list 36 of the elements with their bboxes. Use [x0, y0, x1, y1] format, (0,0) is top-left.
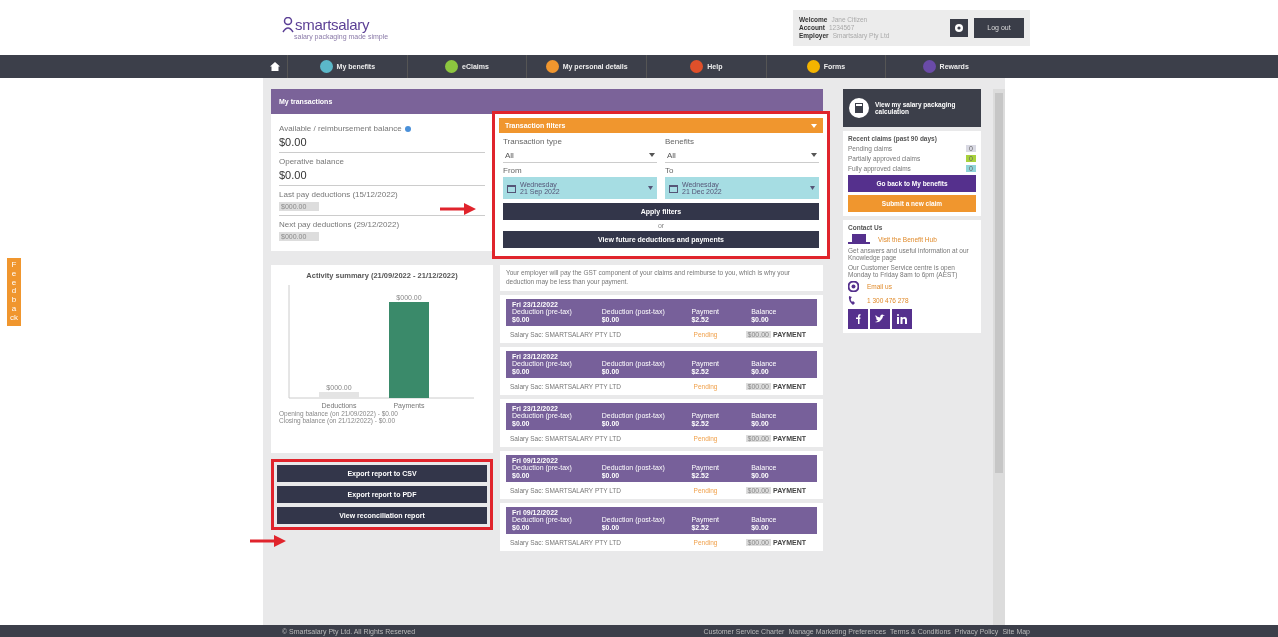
caret-icon: [648, 186, 653, 190]
logo-text: smartsalary: [295, 15, 370, 33]
balance-label: Operative balance: [279, 157, 344, 166]
caret-icon: [811, 123, 817, 128]
select-field[interactable]: All: [503, 148, 657, 163]
twitter-icon: [875, 314, 885, 324]
select-field[interactable]: All: [665, 148, 819, 163]
field-label: Benefits: [665, 137, 695, 146]
linkedin-icon: [897, 314, 907, 324]
caret-icon: [649, 153, 655, 157]
home-icon: [270, 62, 280, 71]
scrollbar[interactable]: [993, 89, 1005, 625]
arrow-icon: [250, 534, 286, 548]
info-icon: [404, 125, 411, 132]
balance-amount: $0.00: [279, 169, 308, 181]
caret-icon: [810, 186, 815, 190]
settings-button[interactable]: [950, 18, 968, 37]
balance-label: Next pay deductions (29/12/2022): [279, 220, 400, 229]
field-label: Transaction type: [503, 137, 563, 146]
social-button[interactable]: [892, 309, 912, 329]
balance-amount: $0.00: [279, 136, 308, 148]
person-icon: [282, 16, 294, 33]
chart-bar: [319, 392, 359, 398]
balance-label: Available / reimbursement balance: [279, 124, 402, 133]
facebook-icon: [853, 314, 863, 324]
arrow-icon: [440, 202, 476, 216]
caret-icon: [811, 153, 817, 157]
calculator-icon: [849, 98, 869, 118]
calendar-icon: [507, 183, 516, 193]
settings-icon: [954, 22, 964, 33]
calendar-icon: [669, 183, 678, 193]
balance-label: Last pay deductions (15/12/2022): [279, 190, 398, 199]
social-button[interactable]: [870, 309, 890, 329]
social-button[interactable]: [848, 309, 868, 329]
field-label: To: [665, 166, 675, 175]
field-label: From: [503, 166, 523, 175]
